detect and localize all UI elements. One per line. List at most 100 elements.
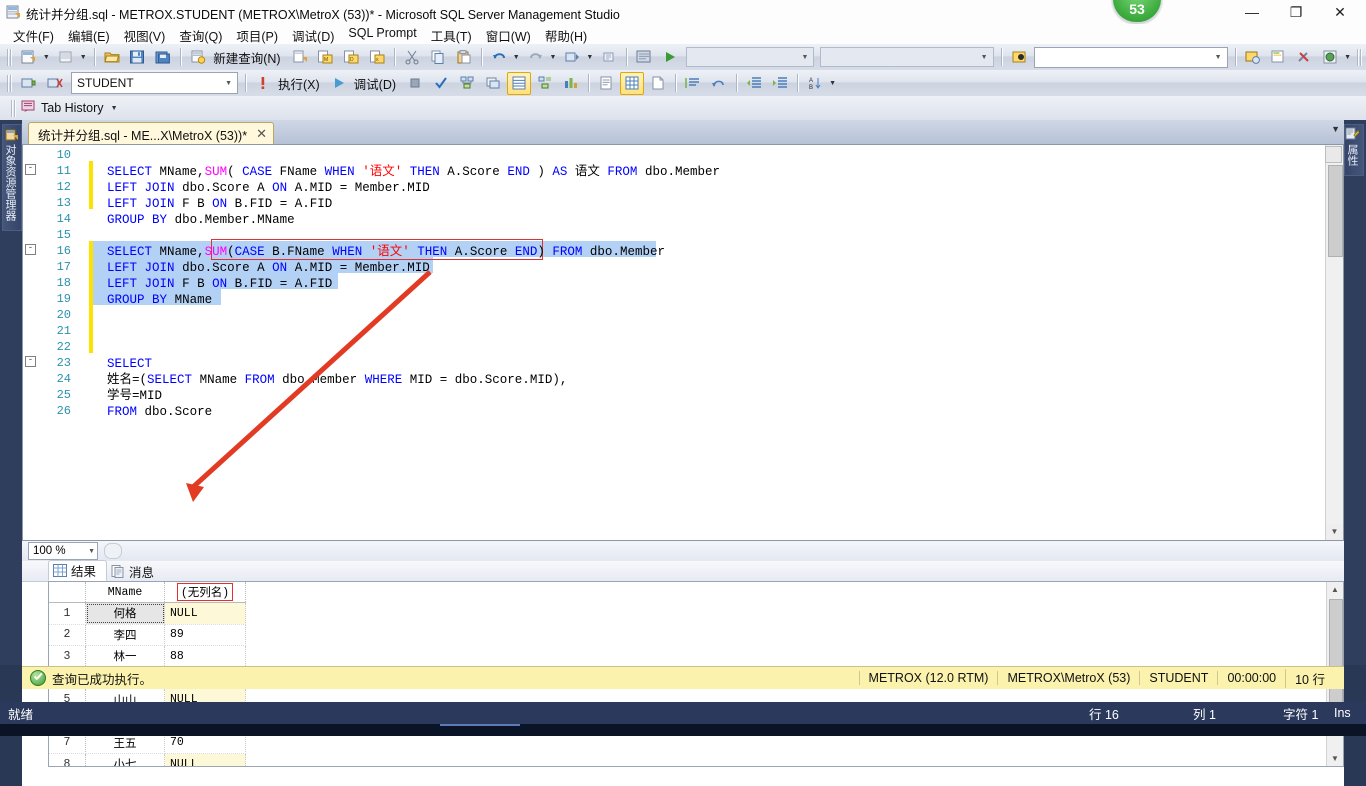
database-selector[interactable]: STUDENT ▼ bbox=[71, 72, 238, 94]
redo-dropdown-icon[interactable]: ▼ bbox=[549, 54, 558, 61]
cell-value[interactable]: NULL bbox=[164, 753, 246, 766]
run-icon[interactable] bbox=[658, 46, 682, 69]
editor-vertical-scrollbar[interactable]: ▲ ▼ bbox=[1325, 145, 1343, 540]
new-project-icon[interactable] bbox=[17, 46, 41, 69]
results-to-file-icon[interactable] bbox=[646, 72, 670, 95]
paste-icon[interactable] bbox=[452, 46, 476, 69]
tab-history-dropdown-icon[interactable]: ▼ bbox=[110, 105, 119, 112]
execute-label[interactable]: 执行(X) bbox=[278, 74, 320, 93]
execute-icon[interactable] bbox=[251, 72, 275, 95]
scroll-down-icon[interactable]: ▼ bbox=[1326, 524, 1343, 540]
parse-check-icon[interactable] bbox=[429, 72, 453, 95]
editor-code-area[interactable]: SELECT MName,SUM( CASE FName WHEN '语文' T… bbox=[93, 145, 1321, 540]
uncomment-lines-icon[interactable] bbox=[707, 72, 731, 95]
cell-mname[interactable]: 小七 bbox=[85, 753, 165, 766]
table-row[interactable]: 1 何格 NULL bbox=[49, 602, 246, 625]
toolbar-overflow-grip[interactable] bbox=[1357, 48, 1364, 66]
table-row[interactable]: 8 小七 NULL bbox=[49, 753, 246, 766]
tab-messages[interactable]: 消息 bbox=[107, 562, 164, 581]
cell-value[interactable]: NULL bbox=[164, 602, 246, 625]
scroll-up-icon[interactable]: ▲ bbox=[1327, 582, 1343, 597]
undo-dropdown-icon[interactable]: ▼ bbox=[512, 54, 521, 61]
sql-prompt-options-icon[interactable] bbox=[1241, 46, 1265, 69]
fold-toggle-icon[interactable]: - bbox=[25, 356, 36, 367]
table-row[interactable]: 3 林一 88 bbox=[49, 645, 246, 668]
close-button[interactable]: ✕ bbox=[1318, 0, 1362, 24]
toolbar-grip[interactable] bbox=[7, 74, 13, 92]
navigate-backward-icon[interactable] bbox=[561, 46, 585, 69]
new-database-engine-query-icon[interactable] bbox=[288, 46, 312, 69]
document-tab[interactable]: 统计并分组.sql - ME...X\MetroX (53))* ✕ bbox=[28, 122, 274, 145]
sql-prompt-tools-icon[interactable] bbox=[1292, 46, 1316, 69]
include-actual-plan-icon[interactable] bbox=[533, 72, 557, 95]
tab-history-icon[interactable] bbox=[20, 99, 36, 117]
comment-lines-icon[interactable] bbox=[681, 72, 705, 95]
results-to-text-icon[interactable] bbox=[594, 72, 618, 95]
new-item-icon[interactable] bbox=[54, 46, 78, 69]
scroll-down-icon[interactable]: ▼ bbox=[1327, 751, 1343, 766]
cell-mname[interactable]: 林一 bbox=[85, 645, 165, 668]
save-all-icon[interactable] bbox=[151, 46, 175, 69]
editor-split-button[interactable] bbox=[1325, 146, 1342, 163]
zoom-level-selector[interactable]: 100 % ▼ bbox=[28, 542, 98, 560]
copy-icon[interactable] bbox=[426, 46, 450, 69]
chevron-down-icon[interactable]: ▼ bbox=[978, 54, 991, 61]
navigate-dropdown-icon[interactable]: ▼ bbox=[585, 54, 594, 61]
fold-toggle-icon[interactable]: - bbox=[25, 244, 36, 255]
new-query-icon[interactable] bbox=[186, 46, 210, 69]
increase-indent-icon[interactable] bbox=[768, 72, 792, 95]
close-icon[interactable]: ✕ bbox=[256, 126, 267, 142]
cell-value[interactable]: 89 bbox=[164, 624, 246, 647]
stop-icon[interactable] bbox=[403, 72, 427, 95]
find-in-files-icon[interactable] bbox=[632, 46, 656, 69]
code-line[interactable]: 姓名=(SELECT MName FROM dbo.Member WHERE M… bbox=[107, 372, 567, 388]
sql-prompt-icon[interactable] bbox=[1007, 46, 1031, 69]
toolbar-combo-a[interactable]: ▼ bbox=[686, 47, 815, 67]
code-line[interactable]: GROUP BY MName bbox=[107, 292, 212, 308]
sql-prompt-search-input[interactable]: ▼ bbox=[1034, 46, 1228, 68]
new-query-label[interactable]: 新建查询(N) bbox=[213, 48, 280, 67]
save-icon[interactable] bbox=[126, 46, 150, 69]
new-project-dropdown-icon[interactable]: ▼ bbox=[42, 54, 51, 61]
cell-mname[interactable]: 李四 bbox=[85, 624, 165, 647]
new-xmla-query-icon[interactable]: X bbox=[365, 46, 389, 69]
results-to-grid-alt-icon[interactable] bbox=[620, 71, 645, 95]
sidebar-item-properties[interactable]: 属性 bbox=[1344, 124, 1364, 176]
code-line[interactable]: SELECT MName,SUM(CASE B.FName WHEN '语文' … bbox=[107, 244, 665, 260]
fold-toggle-icon[interactable]: - bbox=[25, 164, 36, 175]
code-line[interactable]: LEFT JOIN F B ON B.FID = A.FID bbox=[107, 276, 332, 292]
display-estimated-plan-icon[interactable] bbox=[455, 72, 479, 95]
chevron-down-icon[interactable]: ▼ bbox=[88, 548, 95, 555]
chevron-down-icon[interactable]: ▼ bbox=[1212, 54, 1225, 61]
code-line[interactable]: FROM dbo.Score bbox=[107, 404, 212, 420]
code-line[interactable]: GROUP BY dbo.Member.MName bbox=[107, 212, 295, 228]
sql-prompt-snippets-icon[interactable] bbox=[1266, 46, 1290, 69]
new-analysis-mdx-query-icon[interactable]: M bbox=[313, 46, 337, 69]
toolbar2-overflow-icon[interactable]: ▼ bbox=[828, 80, 837, 87]
sql-prompt-help-icon[interactable] bbox=[1318, 46, 1342, 69]
code-line[interactable]: LEFT JOIN dbo.Score A ON A.MID = Member.… bbox=[107, 260, 430, 276]
toolbar-combo-b[interactable]: ▼ bbox=[820, 47, 994, 67]
sidebar-item-object-explorer[interactable]: 对象资源管理器 bbox=[2, 124, 22, 231]
tab-results[interactable]: 结果 bbox=[48, 560, 108, 581]
chevron-down-icon[interactable]: ▼ bbox=[1331, 124, 1340, 134]
cell-value[interactable]: 88 bbox=[164, 645, 246, 668]
toolbar-grip[interactable] bbox=[11, 99, 17, 117]
cell-mname[interactable]: 何格 bbox=[85, 602, 165, 625]
tab-history-label[interactable]: Tab History bbox=[41, 101, 104, 115]
sort-az-icon[interactable]: AB bbox=[803, 72, 827, 95]
table-row[interactable]: 2 李四 89 bbox=[49, 624, 246, 647]
code-line[interactable]: SELECT MName,SUM( CASE FName WHEN '语文' T… bbox=[107, 164, 720, 180]
scrollbar-thumb[interactable] bbox=[1328, 165, 1343, 257]
debug-play-icon[interactable] bbox=[327, 72, 351, 95]
decrease-indent-icon[interactable] bbox=[742, 72, 766, 95]
editor-fold-margin[interactable] bbox=[75, 145, 89, 540]
sql-editor[interactable]: 10 11 12 13 14 15 16 17 18 19 20 21 22 23 24 25 26 SELEC… bbox=[22, 144, 1344, 541]
query-options-icon[interactable] bbox=[481, 72, 505, 95]
minimize-button[interactable]: — bbox=[1230, 0, 1274, 24]
sql-prompt-dropdown-icon[interactable]: ▼ bbox=[1343, 54, 1352, 61]
code-line[interactable]: 学号=MID bbox=[107, 388, 162, 404]
toolbar-grip[interactable] bbox=[7, 48, 13, 66]
maximize-button[interactable]: ❐ bbox=[1274, 0, 1318, 24]
chevron-down-icon[interactable]: ▼ bbox=[222, 80, 235, 87]
